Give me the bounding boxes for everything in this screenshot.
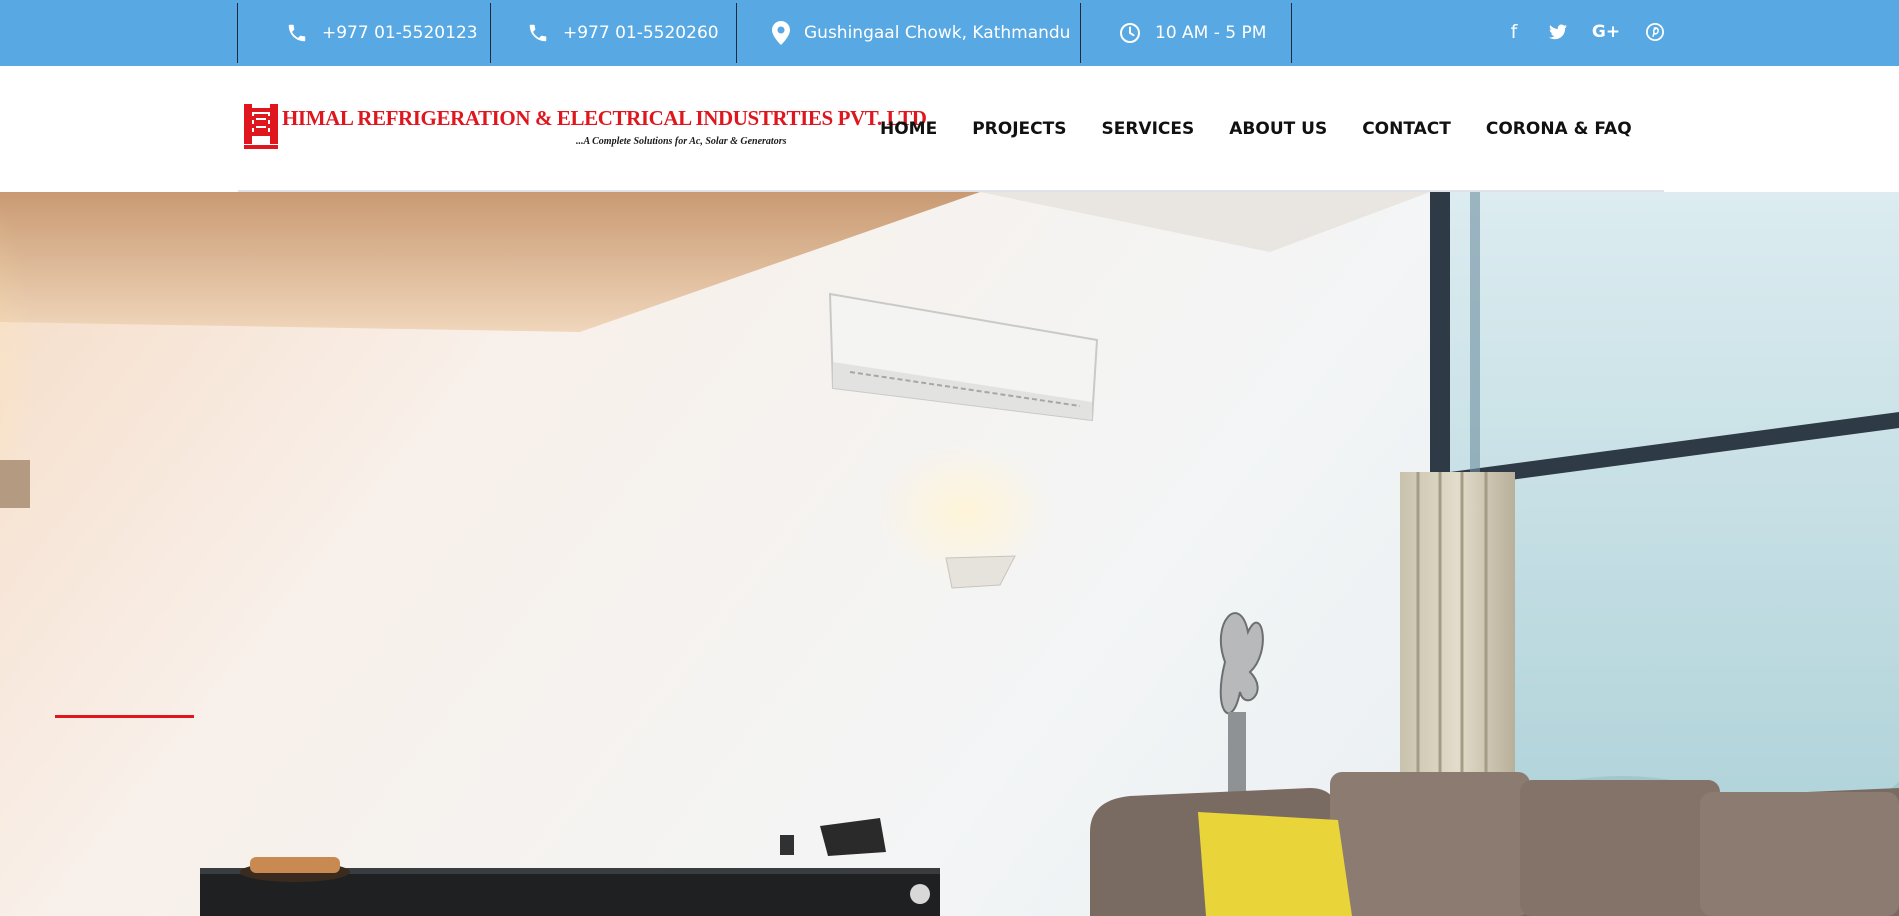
clock-icon (1119, 22, 1141, 44)
nav-home[interactable]: HOME (880, 119, 937, 139)
top-bar: +977 01-5520123 +977 01-5520260 Gushinga… (0, 0, 1899, 66)
divider (237, 3, 238, 63)
logo-mark (242, 102, 280, 150)
company-logo[interactable]: HIMAL REFRIGERATION & ELECTRICAL INDUSTR… (242, 102, 932, 158)
nav-projects[interactable]: PROJECTS (972, 119, 1066, 139)
facebook-icon[interactable]: f (1500, 18, 1528, 46)
phone-2[interactable]: +977 01-5520260 (527, 0, 719, 66)
phone-icon (527, 22, 549, 44)
phone-1-text: +977 01-5520123 (322, 23, 478, 43)
divider (490, 3, 491, 63)
address-text: Gushingaal Chowk, Kathmandu (804, 23, 1071, 43)
phone-icon (286, 22, 308, 44)
divider (1080, 3, 1081, 63)
logo-tagline: ...A Complete Solutions for Ac, Solar & … (576, 136, 787, 147)
divider (1291, 3, 1292, 63)
slider-indicator[interactable] (55, 715, 194, 718)
twitter-icon[interactable] (1544, 18, 1572, 46)
google-plus-icon[interactable]: G+ (1592, 18, 1620, 46)
site-header: HIMAL REFRIGERATION & ELECTRICAL INDUSTR… (0, 66, 1899, 192)
nav-services[interactable]: SERVICES (1101, 119, 1194, 139)
hero-slider (0, 192, 1899, 916)
main-navigation: HOME PROJECTS SERVICES ABOUT US CONTACT … (880, 66, 1667, 192)
logo-company-name: HIMAL REFRIGERATION & ELECTRICAL INDUSTR… (282, 106, 932, 130)
business-hours: 10 AM - 5 PM (1119, 0, 1266, 66)
address: Gushingaal Chowk, Kathmandu (772, 0, 1070, 66)
map-marker-icon (772, 21, 790, 45)
nav-corona-faq[interactable]: CORONA & FAQ (1486, 119, 1632, 139)
divider (736, 3, 737, 63)
phone-1[interactable]: +977 01-5520123 (286, 0, 478, 66)
nav-contact[interactable]: CONTACT (1362, 119, 1451, 139)
phone-2-text: +977 01-5520260 (563, 23, 719, 43)
nav-about-us[interactable]: ABOUT US (1229, 119, 1327, 139)
hero-image (0, 192, 1899, 916)
hours-text: 10 AM - 5 PM (1155, 23, 1267, 43)
pinterest-icon[interactable] (1641, 18, 1669, 46)
